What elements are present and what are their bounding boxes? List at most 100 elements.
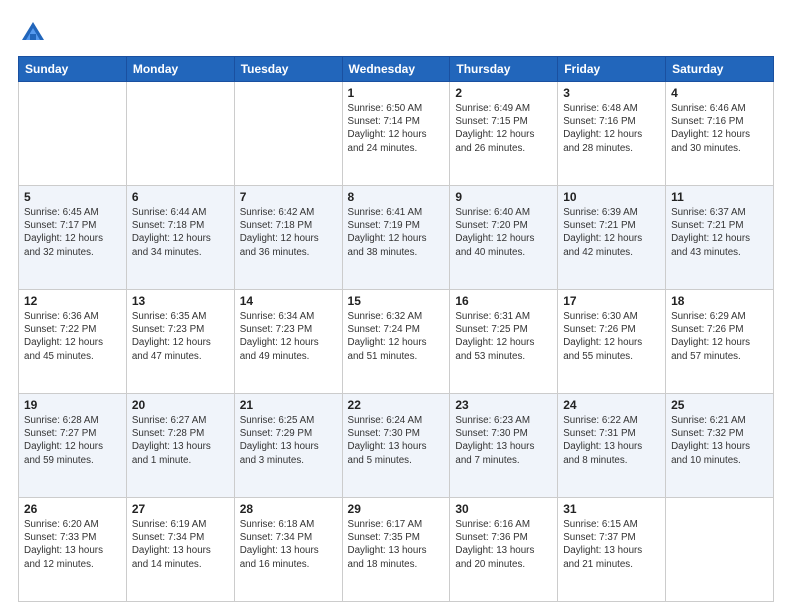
day-number: 3: [563, 86, 660, 100]
calendar-cell: 16 Sunrise: 6:31 AM Sunset: 7:25 PM Dayli…: [450, 290, 558, 394]
day-info: Sunrise: 6:46 AM Sunset: 7:16 PM Dayligh…: [671, 102, 768, 155]
day-info: Sunrise: 6:45 AM Sunset: 7:17 PM Dayligh…: [24, 206, 121, 259]
weekday-header-tuesday: Tuesday: [234, 57, 342, 82]
day-info: Sunrise: 6:17 AM Sunset: 7:35 PM Dayligh…: [348, 518, 445, 571]
day-number: 5: [24, 190, 121, 204]
day-info: Sunrise: 6:27 AM Sunset: 7:28 PM Dayligh…: [132, 414, 229, 467]
calendar-table: SundayMondayTuesdayWednesdayThursdayFrid…: [18, 56, 774, 602]
calendar-cell: [19, 82, 127, 186]
calendar-cell: 27Sunrise: 6:19 AM Sunset: 7:34 PM Dayli…: [126, 498, 234, 602]
day-info: Sunrise: 6:32 AM Sunset: 7:24 PM Dayligh…: [348, 310, 445, 363]
day-info: Sunrise: 6:29 AM Sunset: 7:26 PM Dayligh…: [671, 310, 768, 363]
calendar-cell: [666, 498, 774, 602]
day-number: 2: [455, 86, 552, 100]
page: SundayMondayTuesdayWednesdayThursdayFrid…: [0, 0, 792, 612]
day-info: Sunrise: 6:18 AM Sunset: 7:34 PM Dayligh…: [240, 518, 337, 571]
header: [18, 18, 774, 48]
calendar-cell: 9 Sunrise: 6:40 AM Sunset: 7:20 PM Daylig…: [450, 186, 558, 290]
calendar-cell: 19 Sunrise: 6:28 AM Sunset: 7:27 PM Dayli…: [19, 394, 127, 498]
day-info: Sunrise: 6:20 AM Sunset: 7:33 PM Dayligh…: [24, 518, 121, 571]
weekday-header-friday: Friday: [558, 57, 666, 82]
day-number: 18: [671, 294, 768, 308]
day-number: 30: [455, 502, 552, 516]
calendar-cell: 8Sunrise: 6:41 AM Sunset: 7:19 PM Daylig…: [342, 186, 450, 290]
calendar-cell: [234, 82, 342, 186]
weekday-header-monday: Monday: [126, 57, 234, 82]
day-number: 26: [24, 502, 121, 516]
calendar-cell: 24Sunrise: 6:22 AM Sunset: 7:31 PM Dayli…: [558, 394, 666, 498]
day-info: Sunrise: 6:39 AM Sunset: 7:21 PM Dayligh…: [563, 206, 660, 259]
day-number: 15: [348, 294, 445, 308]
logo: [18, 18, 52, 48]
calendar-cell: 17 Sunrise: 6:30 AM Sunset: 7:26 PM Dayli…: [558, 290, 666, 394]
day-info: Sunrise: 6:28 AM Sunset: 7:27 PM Dayligh…: [24, 414, 121, 467]
calendar-cell: 21 Sunrise: 6:25 AM Sunset: 7:29 PM Dayli…: [234, 394, 342, 498]
weekday-header-thursday: Thursday: [450, 57, 558, 82]
day-info: Sunrise: 6:21 AM Sunset: 7:32 PM Dayligh…: [671, 414, 768, 467]
logo-icon: [18, 18, 48, 48]
day-info: Sunrise: 6:31 AM Sunset: 7:25 PM Dayligh…: [455, 310, 552, 363]
day-number: 17: [563, 294, 660, 308]
weekday-header-row: SundayMondayTuesdayWednesdayThursdayFrid…: [19, 57, 774, 82]
day-info: Sunrise: 6:37 AM Sunset: 7:21 PM Dayligh…: [671, 206, 768, 259]
day-info: Sunrise: 6:44 AM Sunset: 7:18 PM Dayligh…: [132, 206, 229, 259]
week-row-2: 5 Sunrise: 6:45 AM Sunset: 7:17 PM Daylig…: [19, 186, 774, 290]
day-number: 10: [563, 190, 660, 204]
week-row-3: 12 Sunrise: 6:36 AM Sunset: 7:22 PM Dayli…: [19, 290, 774, 394]
weekday-header-wednesday: Wednesday: [342, 57, 450, 82]
day-info: Sunrise: 6:50 AM Sunset: 7:14 PM Dayligh…: [348, 102, 445, 155]
calendar-cell: 15 Sunrise: 6:32 AM Sunset: 7:24 PM Dayli…: [342, 290, 450, 394]
day-number: 23: [455, 398, 552, 412]
day-number: 21: [240, 398, 337, 412]
day-number: 12: [24, 294, 121, 308]
calendar-cell: 22 Sunrise: 6:24 AM Sunset: 7:30 PM Dayli…: [342, 394, 450, 498]
calendar-cell: [126, 82, 234, 186]
day-number: 6: [132, 190, 229, 204]
day-info: Sunrise: 6:24 AM Sunset: 7:30 PM Dayligh…: [348, 414, 445, 467]
calendar-cell: 12 Sunrise: 6:36 AM Sunset: 7:22 PM Dayli…: [19, 290, 127, 394]
calendar-cell: 25Sunrise: 6:21 AM Sunset: 7:32 PM Dayli…: [666, 394, 774, 498]
day-number: 29: [348, 502, 445, 516]
calendar-cell: 2Sunrise: 6:49 AM Sunset: 7:15 PM Daylig…: [450, 82, 558, 186]
week-row-4: 19 Sunrise: 6:28 AM Sunset: 7:27 PM Dayli…: [19, 394, 774, 498]
day-number: 7: [240, 190, 337, 204]
calendar-cell: 14 Sunrise: 6:34 AM Sunset: 7:23 PM Dayli…: [234, 290, 342, 394]
day-info: Sunrise: 6:19 AM Sunset: 7:34 PM Dayligh…: [132, 518, 229, 571]
day-number: 9: [455, 190, 552, 204]
calendar-cell: 28Sunrise: 6:18 AM Sunset: 7:34 PM Dayli…: [234, 498, 342, 602]
calendar-cell: 5 Sunrise: 6:45 AM Sunset: 7:17 PM Daylig…: [19, 186, 127, 290]
day-info: Sunrise: 6:16 AM Sunset: 7:36 PM Dayligh…: [455, 518, 552, 571]
day-number: 13: [132, 294, 229, 308]
day-info: Sunrise: 6:23 AM Sunset: 7:30 PM Dayligh…: [455, 414, 552, 467]
calendar-cell: 30 Sunrise: 6:16 AM Sunset: 7:36 PM Dayli…: [450, 498, 558, 602]
day-number: 16: [455, 294, 552, 308]
calendar-cell: 29 Sunrise: 6:17 AM Sunset: 7:35 PM Dayli…: [342, 498, 450, 602]
day-number: 1: [348, 86, 445, 100]
weekday-header-saturday: Saturday: [666, 57, 774, 82]
day-number: 19: [24, 398, 121, 412]
day-info: Sunrise: 6:36 AM Sunset: 7:22 PM Dayligh…: [24, 310, 121, 363]
calendar-cell: 3Sunrise: 6:48 AM Sunset: 7:16 PM Daylig…: [558, 82, 666, 186]
calendar-cell: 1 Sunrise: 6:50 AM Sunset: 7:14 PM Daylig…: [342, 82, 450, 186]
calendar-cell: 7 Sunrise: 6:42 AM Sunset: 7:18 PM Daylig…: [234, 186, 342, 290]
calendar-cell: 23 Sunrise: 6:23 AM Sunset: 7:30 PM Dayli…: [450, 394, 558, 498]
week-row-1: 1 Sunrise: 6:50 AM Sunset: 7:14 PM Daylig…: [19, 82, 774, 186]
day-number: 22: [348, 398, 445, 412]
day-info: Sunrise: 6:25 AM Sunset: 7:29 PM Dayligh…: [240, 414, 337, 467]
calendar-cell: 26 Sunrise: 6:20 AM Sunset: 7:33 PM Dayli…: [19, 498, 127, 602]
calendar-cell: 13 Sunrise: 6:35 AM Sunset: 7:23 PM Dayli…: [126, 290, 234, 394]
day-info: Sunrise: 6:15 AM Sunset: 7:37 PM Dayligh…: [563, 518, 660, 571]
day-info: Sunrise: 6:41 AM Sunset: 7:19 PM Dayligh…: [348, 206, 445, 259]
day-info: Sunrise: 6:30 AM Sunset: 7:26 PM Dayligh…: [563, 310, 660, 363]
day-info: Sunrise: 6:34 AM Sunset: 7:23 PM Dayligh…: [240, 310, 337, 363]
weekday-header-sunday: Sunday: [19, 57, 127, 82]
day-number: 14: [240, 294, 337, 308]
day-number: 31: [563, 502, 660, 516]
calendar-cell: 18 Sunrise: 6:29 AM Sunset: 7:26 PM Dayli…: [666, 290, 774, 394]
day-info: Sunrise: 6:42 AM Sunset: 7:18 PM Dayligh…: [240, 206, 337, 259]
day-number: 4: [671, 86, 768, 100]
day-info: Sunrise: 6:35 AM Sunset: 7:23 PM Dayligh…: [132, 310, 229, 363]
calendar-cell: 20Sunrise: 6:27 AM Sunset: 7:28 PM Dayli…: [126, 394, 234, 498]
day-info: Sunrise: 6:40 AM Sunset: 7:20 PM Dayligh…: [455, 206, 552, 259]
week-row-5: 26 Sunrise: 6:20 AM Sunset: 7:33 PM Dayli…: [19, 498, 774, 602]
